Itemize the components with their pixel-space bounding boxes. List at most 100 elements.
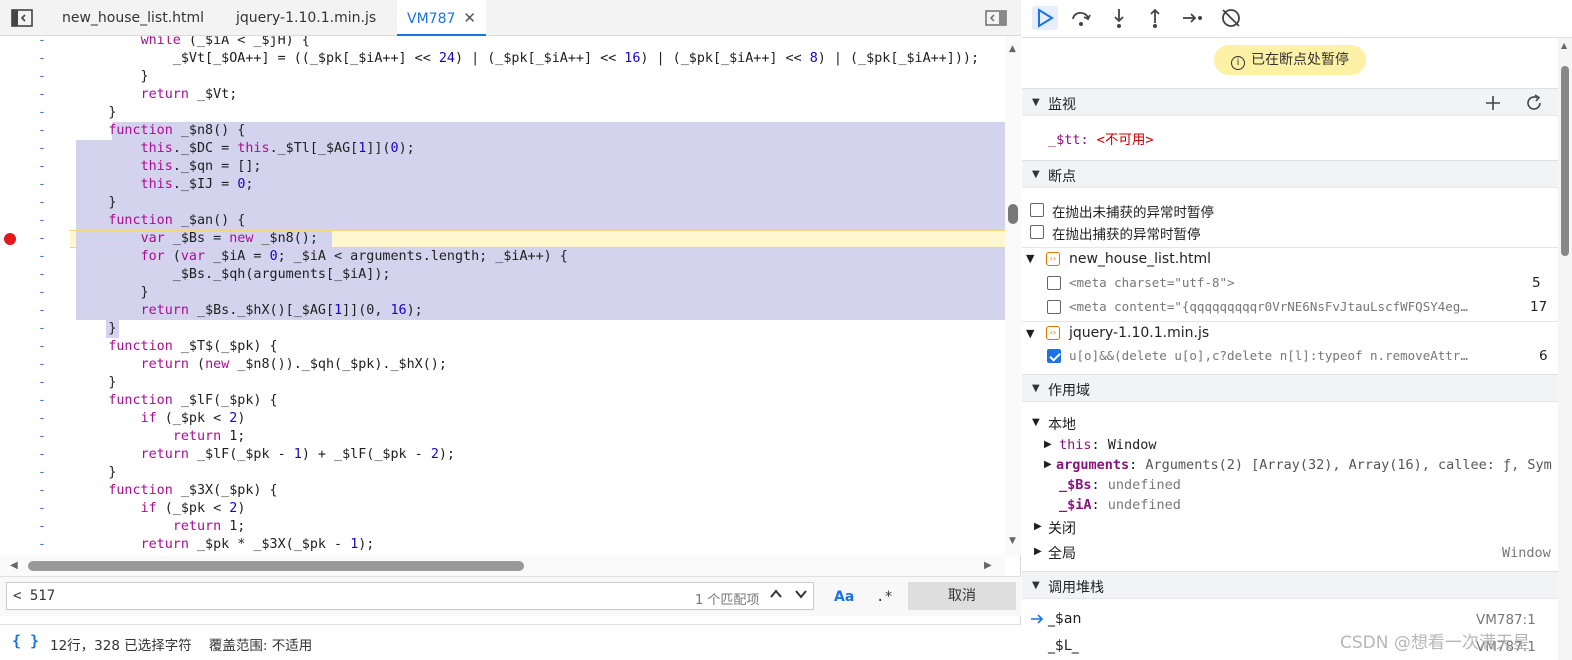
scroll-up-icon[interactable]: ▲ [1561,41,1567,50]
line-gutter[interactable]: - [38,464,48,482]
scroll-up-icon[interactable]: ▲ [1009,44,1016,54]
line-gutter[interactable]: - [38,374,48,392]
cancel-button[interactable]: 取消 [908,582,1016,610]
breakpoint-file-name[interactable]: jquery-1.10.1.min.js [1069,325,1209,341]
line-gutter[interactable]: - [38,212,48,230]
pretty-print-button[interactable]: { } [12,632,39,650]
toggle-debugger-icon[interactable] [985,10,1007,26]
search-input[interactable]: < 517 1 个匹配项 [6,582,814,610]
breakpoint-code[interactable]: <meta charset="utf-8"> [1069,275,1235,290]
code-line[interactable]: - this._$qn = []; [0,158,1005,176]
scope-var-this[interactable]: this: Window [1059,437,1157,453]
callstack-frame[interactable]: _$an [1048,611,1081,627]
toggle-navigator-icon[interactable] [11,9,33,27]
scope-closure[interactable]: 关闭 [1048,518,1076,538]
line-gutter[interactable]: - [38,122,48,140]
scope-var-ia[interactable]: _$iA: undefined [1059,497,1181,513]
tab-vm787[interactable]: VM787 ✕ [397,0,486,36]
hscroll-thumb[interactable] [28,561,524,571]
deactivate-breakpoints-icon[interactable] [1218,6,1244,30]
scope-global[interactable]: 全局 [1048,543,1076,563]
line-gutter[interactable]: - [38,140,48,158]
line-gutter[interactable]: - [38,320,48,338]
step-into-icon[interactable] [1106,6,1132,30]
tab-new-house-list[interactable]: new_house_list.html [52,0,214,36]
code-line[interactable]: - function _$lF(_$pk) { [0,392,1005,410]
scope-local[interactable]: 本地 [1048,414,1076,434]
code-line[interactable]: - } [0,68,1005,86]
line-gutter[interactable]: - [38,50,48,68]
code-line[interactable]: - this._$DC = this._$Tl[_$AG[1]](0); [0,140,1005,158]
expand-triangle-icon[interactable]: ▼ [1032,417,1040,428]
scroll-thumb[interactable] [1561,66,1569,256]
expand-triangle-icon[interactable]: ▼ [1026,327,1034,340]
code-line[interactable]: - while (_$iA < _$jH) { [0,36,1005,50]
add-icon[interactable] [1484,94,1502,112]
callstack-section-header[interactable]: ▼ 调用堆栈 [1022,571,1558,599]
line-gutter[interactable]: - [38,36,48,50]
line-gutter[interactable]: - [38,482,48,500]
watch-item[interactable]: _$tt: <不可用> [1048,128,1154,148]
code-line[interactable]: - return (new _$n8())._$qh(_$pk)._$hX(); [0,356,1005,374]
scroll-left-icon[interactable]: ◀ [10,560,18,571]
line-gutter[interactable]: - [38,446,48,464]
code-line[interactable]: - for (var _$iA = 0; _$iA < arguments.le… [0,248,1005,266]
collapse-triangle-icon[interactable]: ▶ [1044,459,1052,470]
line-gutter[interactable]: - [38,230,48,248]
line-gutter[interactable]: - [38,302,48,320]
chevron-up-icon[interactable] [765,586,787,608]
code-line[interactable]: - var _$Bs = new _$n8(); [0,230,1005,248]
code-line[interactable]: -} [0,374,1005,392]
line-gutter[interactable]: - [38,518,48,536]
scroll-thumb[interactable] [1008,204,1018,224]
code-line[interactable]: - function _$T$(_$pk) { [0,338,1005,356]
breakpoint-checkbox-checked[interactable] [1047,349,1061,363]
regex-button[interactable]: .* [876,589,893,605]
code-line[interactable]: -} [0,320,1005,338]
expand-triangle-icon[interactable]: ▼ [1026,252,1034,265]
line-gutter[interactable]: - [38,284,48,302]
resume-icon[interactable] [1032,6,1058,30]
code-line[interactable]: - } [0,284,1005,302]
code-line[interactable]: -} [0,104,1005,122]
pause-uncaught-checkbox[interactable] [1030,203,1044,217]
line-gutter[interactable]: - [38,104,48,122]
line-gutter[interactable]: - [38,356,48,374]
code-line[interactable]: -} [0,464,1005,482]
code-line[interactable]: - function _$3X(_$pk) { [0,482,1005,500]
code-line[interactable]: - return 1; [0,518,1005,536]
scroll-down-icon[interactable]: ▼ [1009,536,1016,546]
code-line[interactable]: - return _$lF(_$pk - 1) + _$lF(_$pk - 2)… [0,446,1005,464]
match-case-button[interactable]: Aa [834,589,854,605]
line-gutter[interactable]: - [38,536,48,554]
breakpoint-file-name[interactable]: new_house_list.html [1069,251,1211,267]
callstack-frame[interactable]: _$L_ [1048,638,1079,654]
refresh-icon[interactable] [1524,93,1544,113]
code-editor[interactable]: - while (_$iA < _$jH) {- _$Vt[_$OA++] = … [0,36,1005,556]
breakpoint-checkbox[interactable] [1047,300,1061,314]
code-line[interactable]: - function _$n8() { [0,122,1005,140]
sidebar-scrollbar[interactable]: ▲ [1558,38,1572,660]
line-gutter[interactable]: - [38,410,48,428]
line-gutter[interactable]: - [38,176,48,194]
line-gutter[interactable]: - [38,266,48,284]
code-line[interactable]: - _$Vt[_$OA++] = ((_$pk[_$iA++] << 24) |… [0,50,1005,68]
line-gutter[interactable]: - [38,86,48,104]
step-icon[interactable] [1180,6,1206,30]
breakpoint-marker-icon[interactable] [4,233,16,245]
line-gutter[interactable]: - [38,428,48,446]
line-gutter[interactable]: - [38,500,48,518]
code-line[interactable]: - function _$an() { [0,212,1005,230]
breakpoint-checkbox[interactable] [1047,276,1061,290]
pause-caught-checkbox[interactable] [1030,225,1044,239]
close-icon[interactable]: ✕ [463,0,476,36]
code-line[interactable]: - return _$Vt; [0,86,1005,104]
scroll-right-icon[interactable]: ▶ [984,560,992,571]
code-line[interactable]: - return _$Bs._$hX()[_$AG[1]](0, 16); [0,302,1005,320]
collapse-triangle-icon[interactable]: ▶ [1044,439,1052,450]
scope-section-header[interactable]: ▼ 作用域 [1022,374,1558,402]
breakpoint-code[interactable]: u[o]&&(delete u[o],c?delete n[l]:typeof … [1069,348,1468,363]
line-gutter[interactable]: - [38,392,48,410]
chevron-down-icon[interactable] [790,586,812,608]
line-gutter[interactable]: - [38,158,48,176]
